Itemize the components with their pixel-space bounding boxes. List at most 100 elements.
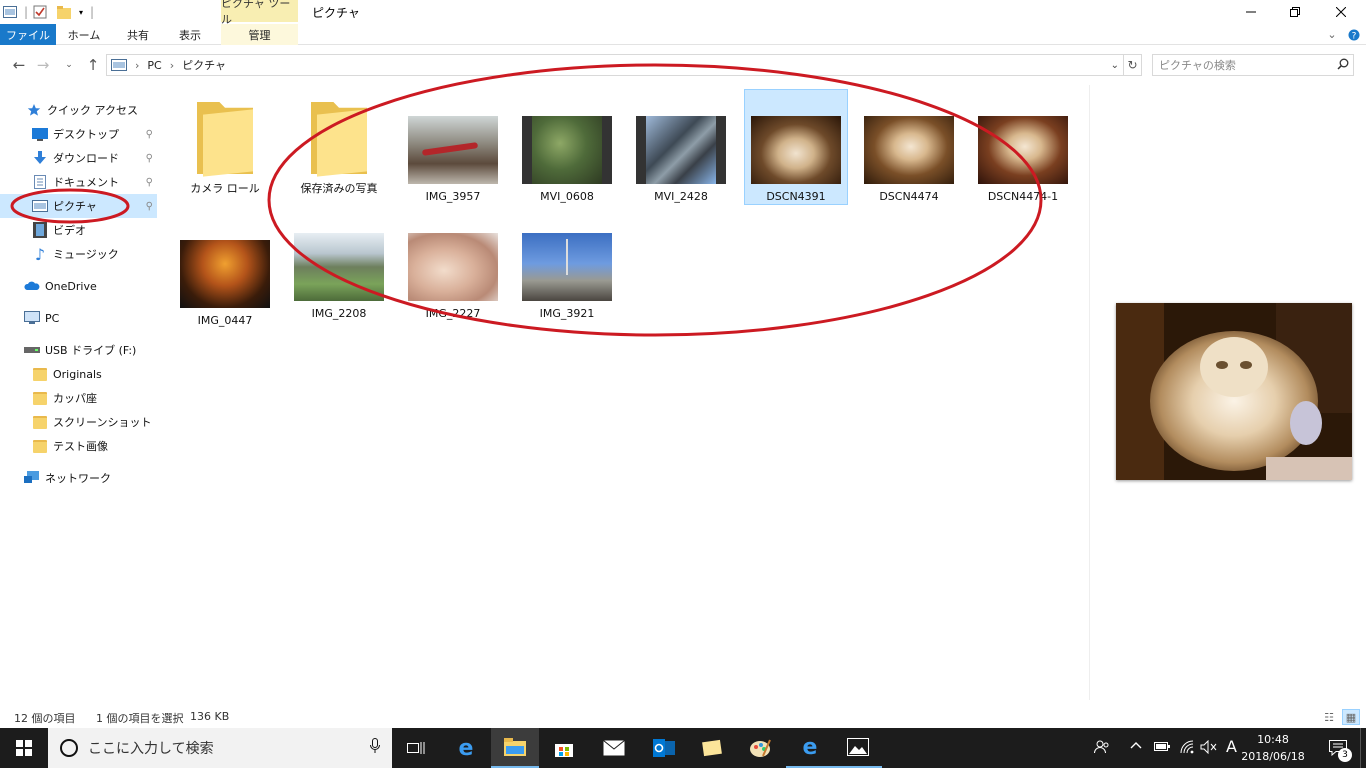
- edge-icon[interactable]: e: [442, 728, 490, 768]
- battery-icon[interactable]: [1154, 740, 1170, 756]
- status-selection: 1 個の項目を選択: [96, 712, 184, 725]
- task-view-icon[interactable]: [392, 728, 440, 768]
- file-explorer-window: | ▾ | ピクチャ ツール ピクチャ ファイル ホーム 共有 表示 管理 ⌄ …: [0, 0, 1366, 768]
- search-input[interactable]: ピクチャの検索: [1152, 54, 1354, 76]
- nav-item-pictures[interactable]: ピクチャ ⚲: [0, 194, 157, 218]
- tab-view[interactable]: 表示: [164, 24, 216, 45]
- file-item-img-3957[interactable]: IMG_3957: [401, 90, 505, 206]
- nav-item-originals[interactable]: Originals: [0, 362, 157, 386]
- file-item-mvi-2428[interactable]: MVI_2428: [629, 90, 733, 206]
- wifi-icon[interactable]: [1180, 740, 1196, 758]
- properties-icon[interactable]: [32, 3, 48, 21]
- qat-dropdown-icon[interactable]: ▾: [76, 3, 86, 21]
- file-item-img-2208[interactable]: IMG_2208: [287, 207, 391, 323]
- preview-image: [1116, 303, 1352, 480]
- large-icons-view-icon[interactable]: ▦: [1342, 709, 1360, 725]
- minimize-button[interactable]: [1228, 0, 1274, 24]
- people-icon[interactable]: [1094, 740, 1110, 758]
- up-arrow-icon[interactable]: ↑: [84, 56, 102, 74]
- breadcrumb-pc[interactable]: PC: [147, 59, 161, 72]
- nav-item-pc[interactable]: PC: [0, 306, 157, 330]
- paint-icon[interactable]: [736, 728, 784, 768]
- notification-count-badge: 3: [1338, 748, 1352, 762]
- pin-icon[interactable]: ⚲: [146, 201, 153, 212]
- breadcrumb-pictures[interactable]: ピクチャ: [182, 57, 226, 73]
- video-icon: [32, 222, 48, 238]
- file-item-dscn4474-1[interactable]: DSCN4474-1: [971, 90, 1075, 206]
- file-name: MVI_0608: [540, 190, 594, 203]
- pin-icon[interactable]: ⚲: [146, 153, 153, 164]
- back-arrow-icon[interactable]: ←: [10, 56, 28, 74]
- nav-item-videos[interactable]: ビデオ: [0, 218, 157, 242]
- restore-button[interactable]: [1272, 0, 1318, 24]
- nav-item-kappaza[interactable]: カッパ座: [0, 386, 157, 410]
- folder-icon: [32, 366, 48, 382]
- nav-item-music[interactable]: ♪ ミュージック: [0, 242, 157, 266]
- help-icon[interactable]: ?: [1344, 24, 1364, 45]
- pin-icon[interactable]: ⚲: [146, 129, 153, 140]
- nav-item-documents[interactable]: ドキュメント ⚲: [0, 170, 157, 194]
- preview-pane-divider[interactable]: [1089, 85, 1090, 700]
- edge-running-icon[interactable]: e: [786, 728, 834, 768]
- nav-item-screenshots[interactable]: スクリーンショット: [0, 410, 157, 434]
- action-center-button[interactable]: 3: [1318, 728, 1358, 768]
- tab-file[interactable]: ファイル: [0, 24, 56, 45]
- nav-item-usb-drive[interactable]: USB ドライブ (F:): [0, 338, 157, 362]
- nav-item-onedrive[interactable]: OneDrive: [0, 274, 157, 298]
- qat-separator: |: [23, 5, 29, 19]
- nav-item-label: USB ドライブ (F:): [45, 344, 137, 357]
- clock[interactable]: 10:48 2018/06/18: [1234, 731, 1312, 765]
- window-icon[interactable]: [2, 3, 18, 21]
- file-name: IMG_3921: [539, 307, 595, 320]
- file-item-camera-roll[interactable]: カメラ ロール: [173, 90, 277, 206]
- file-item-dscn4391[interactable]: DSCN4391: [744, 89, 848, 205]
- nav-item-label: OneDrive: [45, 279, 97, 293]
- nav-item-label: デスクトップ: [53, 128, 119, 141]
- microphone-icon[interactable]: [370, 738, 380, 758]
- start-button[interactable]: [0, 728, 48, 768]
- nav-item-network[interactable]: ネットワーク: [0, 466, 157, 490]
- file-item-img-0447[interactable]: IMG_0447: [173, 214, 277, 330]
- file-item-img-2227[interactable]: IMG_2227: [401, 207, 505, 323]
- volume-muted-icon[interactable]: [1200, 739, 1218, 758]
- file-item-dscn4474[interactable]: DSCN4474: [857, 90, 961, 206]
- details-view-icon[interactable]: ☷: [1320, 709, 1338, 725]
- nav-item-label: カッパ座: [53, 392, 97, 405]
- close-button[interactable]: [1318, 0, 1364, 24]
- tab-home[interactable]: ホーム: [56, 24, 112, 45]
- nav-item-desktop[interactable]: デスクトップ ⚲: [0, 122, 157, 146]
- mail-icon[interactable]: [590, 728, 638, 768]
- image-thumbnail: [864, 116, 954, 184]
- svg-text:?: ?: [1352, 31, 1357, 41]
- taskbar-search-box[interactable]: ここに入力して検索: [48, 728, 392, 768]
- photos-icon[interactable]: [834, 728, 882, 768]
- file-item-img-3921[interactable]: IMG_3921: [515, 207, 619, 323]
- address-bar[interactable]: › PC › ピクチャ ⌄: [106, 54, 1124, 76]
- expand-ribbon-icon[interactable]: ⌄: [1322, 24, 1342, 45]
- nav-item-label: Originals: [53, 367, 102, 381]
- forward-arrow-icon[interactable]: →: [34, 56, 52, 74]
- sticky-notes-icon[interactable]: [688, 728, 736, 768]
- new-folder-icon[interactable]: [56, 3, 72, 21]
- file-name: DSCN4474: [879, 190, 939, 203]
- file-item-mvi-0608[interactable]: MVI_0608: [515, 90, 619, 206]
- show-desktop-button[interactable]: [1360, 728, 1366, 768]
- file-item-saved-pictures[interactable]: 保存済みの写真: [287, 90, 391, 206]
- nav-item-quick-access[interactable]: クイック アクセス: [0, 98, 157, 122]
- outlook-icon[interactable]: [640, 728, 688, 768]
- refresh-button[interactable]: ↻: [1124, 54, 1142, 76]
- pin-icon[interactable]: ⚲: [146, 177, 153, 188]
- nav-item-test-images[interactable]: テスト画像: [0, 434, 157, 458]
- taskbar-search-placeholder: ここに入力して検索: [88, 741, 214, 757]
- address-dropdown-icon[interactable]: ⌄: [1111, 60, 1119, 71]
- document-icon: [32, 174, 48, 190]
- file-explorer-icon[interactable]: [491, 728, 539, 768]
- tab-manage[interactable]: 管理: [221, 24, 298, 45]
- recent-locations-icon[interactable]: ⌄: [62, 56, 76, 74]
- show-hidden-icons-icon[interactable]: [1130, 740, 1142, 756]
- nav-item-downloads[interactable]: ダウンロード ⚲: [0, 146, 157, 170]
- title-bar: | ▾ | ピクチャ ツール ピクチャ: [0, 0, 1366, 26]
- search-icon[interactable]: [1333, 58, 1353, 73]
- store-icon[interactable]: [540, 728, 588, 768]
- tab-share[interactable]: 共有: [112, 24, 164, 45]
